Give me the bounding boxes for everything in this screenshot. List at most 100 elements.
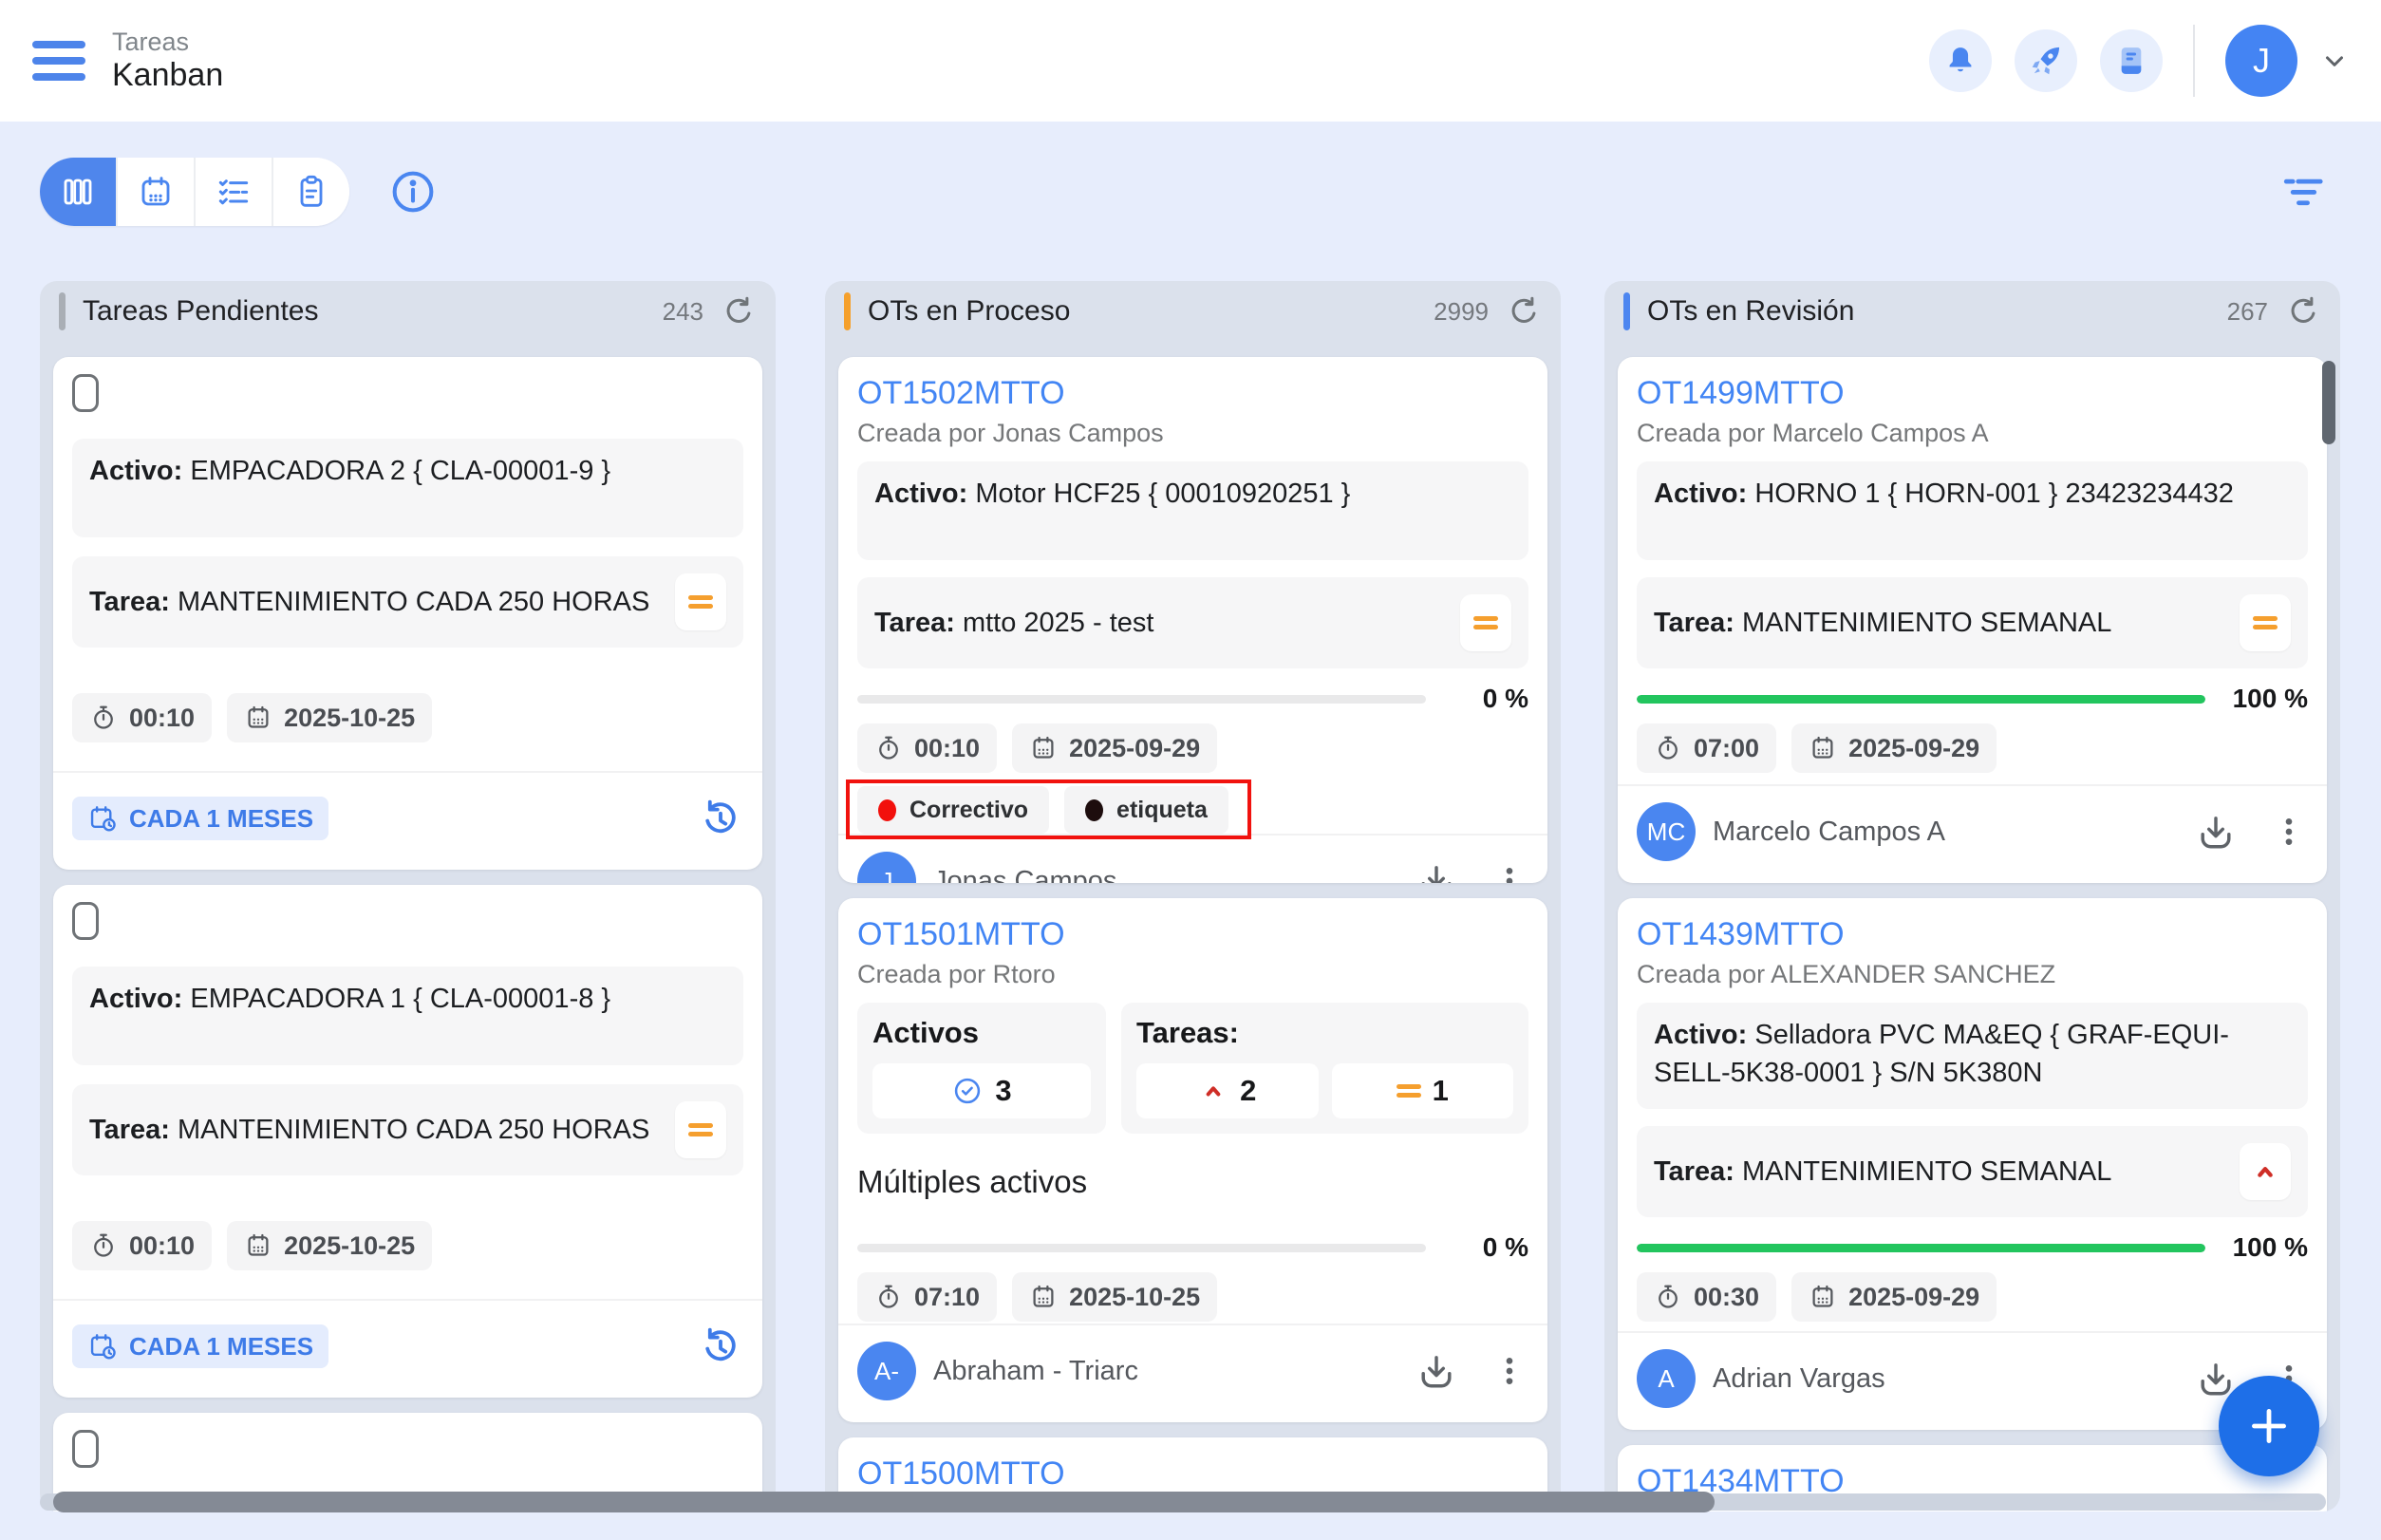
calendar-icon xyxy=(244,1231,272,1260)
progress-row: 0 % xyxy=(857,684,1528,714)
column-accent-bar xyxy=(1623,292,1630,330)
ot-link[interactable]: OT1500MTTO xyxy=(857,1455,1528,1493)
stopwatch-icon xyxy=(89,704,118,732)
ot-card[interactable]: OT1499MTTO Creada por Marcelo Campos A A… xyxy=(1618,357,2327,883)
tarea-box: Tarea: MANTENIMIENTO SEMANAL xyxy=(1637,577,2308,668)
column-accent-bar xyxy=(59,292,66,330)
refresh-icon[interactable] xyxy=(2285,293,2321,329)
refresh-icon[interactable] xyxy=(721,293,757,329)
task-checkbox[interactable] xyxy=(72,374,99,412)
assignee-name: Marcelo Campos A xyxy=(1713,817,2177,848)
kanban-columns-icon xyxy=(59,173,97,211)
card-footer: CADA 1 MESES xyxy=(53,771,762,853)
priority-medium-icon xyxy=(675,1101,726,1158)
add-button[interactable] xyxy=(2219,1376,2319,1476)
progress-row: 0 % xyxy=(857,1232,1528,1263)
progress-label: 100 % xyxy=(2222,684,2308,714)
checklist-icon xyxy=(215,173,253,211)
column-header: Tareas Pendientes 243 xyxy=(40,281,776,342)
notifications-button[interactable] xyxy=(1929,29,1992,92)
chevron-down-icon[interactable] xyxy=(2320,47,2349,75)
filter-button[interactable] xyxy=(2278,167,2328,216)
ot-card[interactable]: OT1501MTTO Creada por Rtoro Activos 3 xyxy=(838,898,1547,1422)
tarea-box: Tarea: mtto 2025 - test xyxy=(857,577,1528,668)
download-icon[interactable] xyxy=(1415,859,1458,883)
ot-link[interactable]: OT1501MTTO xyxy=(857,915,1528,953)
pending-task-card[interactable]: Activo: EMPACADORA 1 { CLA-00001-8 } Tar… xyxy=(53,885,762,1398)
view-toolbar xyxy=(40,156,2328,228)
calendar-icon xyxy=(1029,734,1058,762)
whats-new-button[interactable] xyxy=(2015,29,2077,92)
info-icon xyxy=(387,166,439,217)
duration-chip: 07:10 xyxy=(857,1272,997,1322)
ot-link[interactable]: OT1439MTTO xyxy=(1637,915,2308,953)
date-chip: 2025-09-29 xyxy=(1791,1272,1997,1322)
plus-icon xyxy=(2244,1401,2294,1451)
docs-button[interactable] xyxy=(2100,29,2163,92)
calendar-icon xyxy=(1809,1283,1837,1311)
tarea-box: Tarea: MANTENIMIENTO SEMANAL xyxy=(1637,1126,2308,1217)
assignee-avatar: MC xyxy=(1637,802,1696,861)
activo-box: Activo: Motor HCF25 { 00010920251 } xyxy=(857,461,1528,560)
date-chip: 2025-09-29 xyxy=(1012,723,1217,773)
duration-chip: 00:10 xyxy=(857,723,997,773)
kanban-column-tareas-pendientes: Tareas Pendientes 243 Activo: EMPACADORA… xyxy=(40,281,776,1512)
column-count: 243 xyxy=(663,297,703,327)
calendar-repeat-icon xyxy=(87,1331,118,1362)
recurrence-badge: CADA 1 MESES xyxy=(72,797,328,840)
calendar-icon xyxy=(1809,734,1837,762)
date-chip: 2025-10-25 xyxy=(1012,1272,1217,1322)
tarea-box: Tarea: MANTENIMIENTO CADA 250 HORAS xyxy=(72,556,743,648)
ot-card[interactable]: OT1502MTTO Creada por Jonas Campos Activ… xyxy=(838,357,1547,883)
hamburger-menu-icon[interactable] xyxy=(32,41,85,81)
ot-card[interactable]: OT1439MTTO Creada por ALEXANDER SANCHEZ … xyxy=(1618,898,2327,1430)
card-footer: CADA 1 MESES xyxy=(53,1299,762,1380)
column-header: OTs en Revisión 267 xyxy=(1604,281,2340,342)
user-avatar[interactable]: J xyxy=(2225,25,2297,97)
progress-label: 0 % xyxy=(1443,1232,1528,1263)
clipboard-icon xyxy=(292,173,330,211)
date-chip: 2025-09-29 xyxy=(1791,723,1997,773)
card-footer: A- Abraham - Triarc xyxy=(838,1324,1547,1405)
filter-list-icon xyxy=(2278,167,2328,216)
history-icon[interactable] xyxy=(698,796,743,841)
pending-task-card[interactable]: Activo: EMPACADORA 2 { CLA-00001-9 } Tar… xyxy=(53,357,762,870)
duration-chip: 00:10 xyxy=(72,1221,212,1270)
ot-link[interactable]: OT1499MTTO xyxy=(1637,374,2308,412)
download-icon[interactable] xyxy=(1415,1349,1458,1393)
multi-asset-note: Múltiples activos xyxy=(857,1164,1528,1200)
task-checkbox[interactable] xyxy=(72,902,99,940)
ot-link[interactable]: OT1502MTTO xyxy=(857,374,1528,412)
tab-clipboard-view[interactable] xyxy=(273,158,349,226)
kebab-menu-icon[interactable] xyxy=(1490,862,1528,883)
card-footer: A Adrian Vargas xyxy=(1618,1331,2327,1413)
download-icon[interactable] xyxy=(2194,810,2238,854)
tab-kanban-view[interactable] xyxy=(40,158,118,226)
app-bar: Tareas Kanban xyxy=(0,0,2381,122)
page-title: Kanban xyxy=(112,57,223,94)
assignee-avatar: J xyxy=(857,852,916,883)
horizontal-scrollbar-thumb[interactable] xyxy=(53,1492,1715,1512)
stopwatch-icon xyxy=(89,1231,118,1260)
column-title: Tareas Pendientes xyxy=(83,295,646,328)
info-button[interactable] xyxy=(387,166,439,217)
column-header: OTs en Proceso 2999 xyxy=(825,281,1561,342)
history-icon[interactable] xyxy=(698,1324,743,1369)
refresh-icon[interactable] xyxy=(1506,293,1542,329)
kebab-menu-icon[interactable] xyxy=(1490,1352,1528,1390)
duration-chip: 00:10 xyxy=(72,693,212,742)
view-switcher xyxy=(40,158,349,226)
header-divider xyxy=(2193,25,2195,97)
kebab-menu-icon[interactable] xyxy=(2270,813,2308,851)
tab-calendar-view[interactable] xyxy=(118,158,196,226)
calendar-icon xyxy=(1029,1283,1058,1311)
column-cards: Activo: EMPACADORA 2 { CLA-00001-9 } Tar… xyxy=(40,342,776,1512)
tareas-high-box: 2 xyxy=(1136,1063,1319,1118)
progress-label: 0 % xyxy=(1443,684,1528,714)
column-vertical-scrollbar-thumb[interactable] xyxy=(2322,361,2335,444)
tags-row: Correctivo etiqueta xyxy=(857,786,1228,834)
calendar-icon xyxy=(137,173,175,211)
tab-list-view[interactable] xyxy=(196,158,273,226)
date-chip: 2025-10-25 xyxy=(227,1221,432,1270)
task-checkbox[interactable] xyxy=(72,1430,99,1468)
